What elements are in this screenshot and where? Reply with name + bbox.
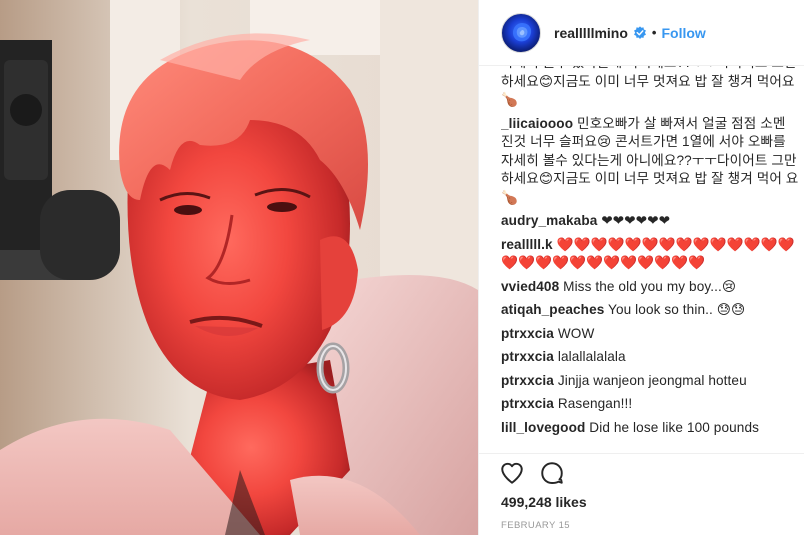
comment-username[interactable]: atiqah_peaches [501,302,604,317]
blue-rose-icon [512,22,532,41]
comment-text: lalallalalala [557,349,626,364]
avatar[interactable] [501,12,541,53]
comment-text: Miss the old you my boy...😢 [563,278,737,294]
comment-username[interactable]: audry_makaba [501,213,597,228]
comment-text: ❤❤❤❤❤❤ [601,213,671,228]
verified-badge-icon [633,25,646,39]
username[interactable]: realllllmino [554,25,628,41]
comment-text: Jinjja wanjeon jeongmal hotteu [557,372,747,388]
comment-username[interactable]: realllll.k [501,237,553,252]
selfie-illustration [0,0,478,535]
post-date: FEBRUARY 15 [501,520,570,531]
comment-username[interactable]: ptrxxcia [501,396,554,411]
action-bar [499,460,579,486]
comment-text: You look so thin.. 😓😓 [608,302,746,317]
post-header: realllllmino • Follow [479,0,804,66]
comment-username[interactable]: lill_lovegood [501,420,585,435]
separator-dot: • [651,25,657,40]
list-item: ptrxxcia WOW [501,325,799,344]
list-item: ptrxxcia Jinjja wanjeon jeongmal hotteu [501,372,799,391]
list-item: audry_makaba ❤❤❤❤❤❤ [501,212,799,231]
heart-icon[interactable] [499,460,525,486]
comment-username[interactable]: ptrxxcia [501,373,554,388]
comment-text: WOW [557,325,595,341]
comment-username[interactable]: _liicaioooo [501,116,573,131]
comment-text: 자세히 볼수 있다는게 아니에요??ㅜㅜ다이어트 그만 하세요😊지금도 이미 너… [501,66,796,107]
list-item: 자세히 볼수 있다는게 아니에요??ㅜㅜ다이어트 그만 하세요😊지금도 이미 너… [501,66,799,110]
list-item: vvied408 Miss the old you my boy...😢 [501,278,799,297]
list-item: _liicaioooo 민호오빠가 살 빠져서 얼굴 점점 소멘 진것 너무 슬… [501,115,799,208]
comment-username[interactable]: ptrxxcia [501,349,554,364]
comment-icon[interactable] [539,460,565,486]
follow-button[interactable]: Follow [661,25,705,41]
post-sidebar: realllllmino • Follow 자세히 볼수 있다는게 아니에요??… [478,0,804,535]
list-item: ptrxxcia Rasengan!!! [501,395,799,414]
list-item: lill_lovegood Did he lose like 100 pound… [501,419,799,438]
divider [479,453,804,454]
post-photo[interactable] [0,0,478,535]
comment-text: Rasengan!!! [557,396,633,411]
likes-count[interactable]: 499,248 likes [501,494,587,510]
comments-list[interactable]: 자세히 볼수 있다는게 아니에요??ㅜㅜ다이어트 그만 하세요😊지금도 이미 너… [501,66,801,452]
comment-username[interactable]: vvied408 [501,279,559,294]
list-item: ptrxxcia lalallalalala [501,348,799,367]
comment-text: Did he lose like 100 pounds [589,419,759,435]
comment-username[interactable]: ptrxxcia [501,326,554,341]
list-item: realllll.k ❤️❤️❤️❤️❤️❤️❤️❤️❤️❤️❤️❤️❤️❤️❤… [501,236,799,273]
list-item: atiqah_peaches You look so thin.. 😓😓 [501,301,799,320]
